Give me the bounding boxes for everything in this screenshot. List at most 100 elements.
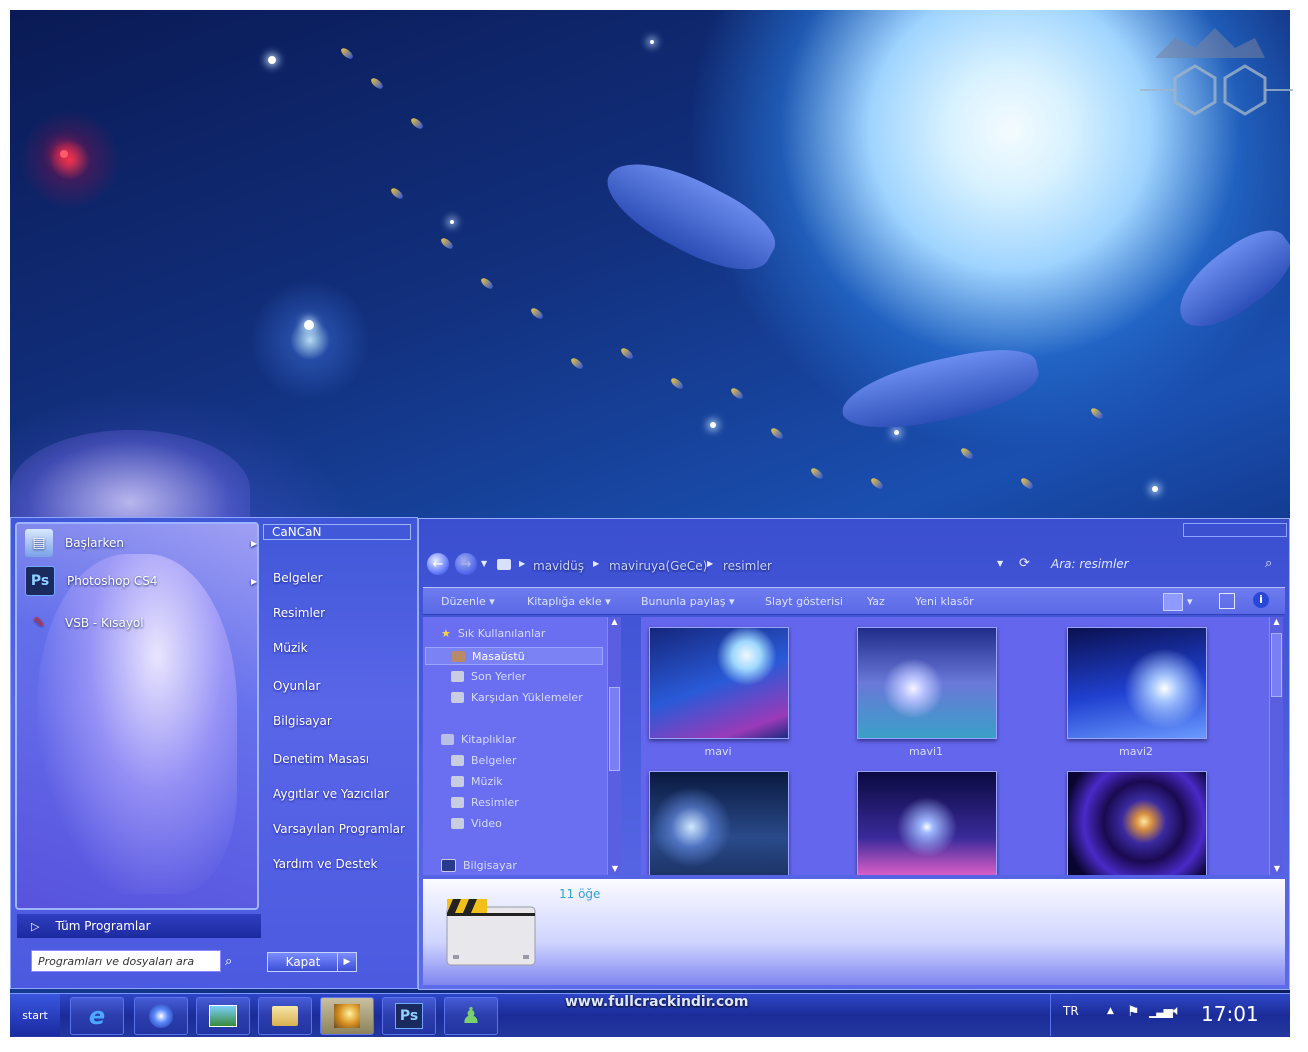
volume-icon[interactable]: 🔈︎ xyxy=(1173,1003,1181,1019)
nav-downloads[interactable]: Karşıdan Yüklemeler xyxy=(451,691,583,704)
cmd-share-with[interactable]: Bununla paylaş ▾ xyxy=(641,595,735,608)
show-hidden-icons-icon[interactable]: ▲ xyxy=(1107,1006,1114,1016)
wallpaper-fish xyxy=(409,116,425,131)
start-link-control-panel[interactable]: Denetim Masası xyxy=(273,752,369,766)
file-label[interactable]: mavi2 xyxy=(1067,745,1205,758)
pinned-item-photoshop[interactable]: Ps Photoshop CS4 ▶ xyxy=(25,564,257,598)
forward-arrow-icon[interactable]: → xyxy=(455,553,477,575)
start-link-music[interactable]: Müzik xyxy=(273,641,308,655)
chevron-right-icon[interactable]: ▶ xyxy=(707,559,713,568)
play-arrow-icon: ▷ xyxy=(31,919,40,933)
thumbnail-mavi2[interactable] xyxy=(1067,627,1207,739)
clock[interactable]: 17:01 xyxy=(1201,1002,1259,1026)
scroll-down-icon[interactable]: ▼ xyxy=(1270,864,1284,873)
address-dropdown-icon[interactable]: ▼ xyxy=(997,559,1003,568)
file-view: mavi mavi1 mavi2 xyxy=(641,617,1269,875)
taskbar-media-player[interactable] xyxy=(134,997,188,1035)
taskbar-windows-explorer[interactable] xyxy=(258,997,312,1035)
start-link-pictures[interactable]: Resimler xyxy=(273,606,325,620)
history-dropdown-icon[interactable]: ▼ xyxy=(481,559,487,568)
start-link-documents[interactable]: Belgeler xyxy=(273,571,323,585)
content-scrollbar[interactable]: ▲ ▼ xyxy=(1269,617,1283,875)
nav-computer[interactable]: Bilgisayar xyxy=(441,859,517,872)
language-indicator[interactable]: TR xyxy=(1063,1004,1079,1018)
preview-pane-icon[interactable] xyxy=(1219,593,1235,609)
explorer-window: ← → ▼ ▶ mavidüş ▶ maviruya(GeCe) ▶ resim… xyxy=(418,518,1290,990)
thumbnail-eye[interactable] xyxy=(1067,771,1207,875)
nav-label: Resimler xyxy=(471,796,519,809)
nav-lib-music[interactable]: Müzik xyxy=(451,775,503,788)
nav-favorites[interactable]: ★ Sık Kullanılanlar xyxy=(441,627,545,640)
nav-lib-documents[interactable]: Belgeler xyxy=(451,754,516,767)
start-link-default-programs[interactable]: Varsayılan Programlar xyxy=(273,822,405,836)
start-link-devices-printers[interactable]: Aygıtlar ve Yazıcılar xyxy=(273,787,389,801)
start-button[interactable]: start xyxy=(10,994,60,1036)
photo-gallery-icon xyxy=(209,1005,237,1027)
shutdown-options-arrow-icon[interactable]: ▶ xyxy=(337,952,357,972)
help-icon[interactable]: i xyxy=(1253,592,1269,608)
back-arrow-icon[interactable]: ← xyxy=(427,553,449,575)
breadcrumb-item[interactable]: resimler xyxy=(723,559,772,573)
thumbnail-mavi[interactable] xyxy=(649,627,789,739)
wallpaper-star xyxy=(1152,486,1158,492)
taskbar-photo-gallery[interactable] xyxy=(196,997,250,1035)
explorer-search-input[interactable]: Ara: resimler xyxy=(1051,557,1281,573)
search-icon[interactable]: ⌕ xyxy=(225,954,239,969)
scroll-thumb[interactable] xyxy=(1271,633,1282,697)
taskbar-photoshop[interactable]: Ps xyxy=(382,997,436,1035)
cmd-slideshow[interactable]: Slayt gösterisi xyxy=(765,595,843,608)
scroll-down-icon[interactable]: ▼ xyxy=(608,864,622,873)
start-link-computer[interactable]: Bilgisayar xyxy=(273,714,332,728)
nav-label: Son Yerler xyxy=(471,670,527,683)
all-programs-button[interactable]: ▷ Tüm Programlar xyxy=(17,914,261,938)
start-link-help-support[interactable]: Yardım ve Destek xyxy=(273,857,377,871)
user-name[interactable]: CaNCaN xyxy=(263,524,411,540)
scroll-up-icon[interactable]: ▲ xyxy=(1270,617,1283,626)
scroll-up-icon[interactable]: ▲ xyxy=(608,617,621,626)
scroll-thumb[interactable] xyxy=(609,687,620,771)
nav-lib-pictures[interactable]: Resimler xyxy=(451,796,519,809)
nav-recent-places[interactable]: Son Yerler xyxy=(451,670,526,683)
taskbar-active-app[interactable] xyxy=(320,997,374,1035)
taskbar-messenger[interactable]: ♟ xyxy=(444,997,498,1035)
file-label[interactable]: mavi xyxy=(649,745,787,758)
file-label[interactable]: mavi1 xyxy=(857,745,995,758)
refresh-icon[interactable]: ⟳ xyxy=(1019,556,1030,571)
window-title-controls[interactable] xyxy=(1183,523,1287,537)
breadcrumb-item[interactable]: maviruya(GeCe) xyxy=(609,559,707,573)
video-icon xyxy=(451,818,464,829)
nav-lib-video[interactable]: Video xyxy=(451,817,502,830)
chevron-right-icon[interactable]: ▶ xyxy=(519,559,525,568)
shutdown-button[interactable]: Kapat xyxy=(267,952,339,972)
thumbnail-lightning[interactable] xyxy=(857,771,997,875)
start-search-input[interactable]: Programları ve dosyaları ara xyxy=(31,950,221,972)
watermark-logo xyxy=(1140,28,1293,116)
taskbar-internet-explorer[interactable]: e xyxy=(70,997,124,1035)
wallpaper-fish xyxy=(479,276,495,291)
documents-icon xyxy=(451,755,464,766)
view-options-icon[interactable] xyxy=(1163,593,1183,611)
cmd-add-to-library[interactable]: Kitaplığa ekle ▾ xyxy=(527,595,611,608)
search-icon[interactable]: ⌕ xyxy=(1265,556,1272,571)
cmd-new-folder[interactable]: Yeni klasör xyxy=(915,595,974,608)
cmd-burn[interactable]: Yaz xyxy=(867,595,885,608)
item-count: 11 öğe xyxy=(559,887,601,901)
cmd-organize[interactable]: Düzenle ▾ xyxy=(441,595,495,608)
start-link-games[interactable]: Oyunlar xyxy=(273,679,320,693)
pinned-item-vsb-shortcut[interactable]: ✎ VSB - Kısayol xyxy=(25,606,143,640)
nav-desktop[interactable]: Masaüstü xyxy=(425,647,603,665)
action-center-flag-icon[interactable]: ⚑ xyxy=(1127,1004,1140,1020)
chevron-right-icon[interactable]: ▶ xyxy=(593,559,599,568)
wallpaper-fish xyxy=(369,76,385,91)
libraries-icon xyxy=(441,734,454,745)
nav-scrollbar[interactable]: ▲ ▼ xyxy=(607,617,621,875)
thumbnail-mermaid[interactable] xyxy=(649,771,789,875)
network-signal-icon[interactable]: ▁▃▅ xyxy=(1149,1004,1173,1018)
thumbnail-mavi1[interactable] xyxy=(857,627,997,739)
breadcrumb-item[interactable]: mavidüş xyxy=(533,559,584,573)
nav-libraries[interactable]: Kitaplıklar xyxy=(441,733,516,746)
nav-label: Bilgisayar xyxy=(463,859,517,872)
navigation-pane: ★ Sık Kullanılanlar Masaüstü Son Yerler K… xyxy=(423,617,621,875)
pinned-item-getting-started[interactable]: ▤ Başlarken ▶ xyxy=(25,526,257,560)
view-dropdown-icon[interactable]: ▾ xyxy=(1187,595,1193,608)
